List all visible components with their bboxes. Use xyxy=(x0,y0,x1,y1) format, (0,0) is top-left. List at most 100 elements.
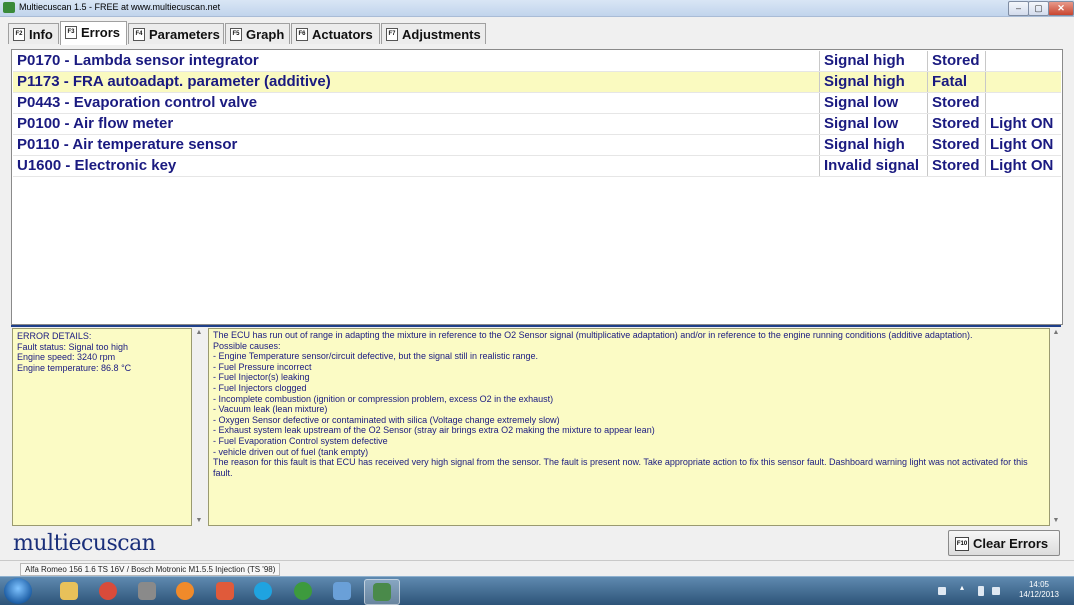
taskbar-item-explorer[interactable] xyxy=(52,579,86,603)
battery-icon[interactable] xyxy=(978,586,984,596)
error-status: Stored xyxy=(932,136,980,153)
error-row-selected[interactable]: P1173 - FRA autoadapt. parameter (additi… xyxy=(13,72,1061,93)
description-line: - Exhaust system leak upstream of the O2… xyxy=(213,425,655,436)
taskbar-item-film[interactable] xyxy=(130,579,164,603)
description-line: - Fuel Evaporation Control system defect… xyxy=(213,435,388,446)
maximize-button[interactable]: ▢ xyxy=(1028,1,1049,16)
window-title: Multiecuscan 1.5 - FREE at www.multiecus… xyxy=(19,2,221,12)
error-signal: Invalid signal xyxy=(824,157,920,174)
error-table[interactable]: P0170 - Lambda sensor integrator Signal … xyxy=(11,49,1063,325)
f6-key-icon: F6 xyxy=(296,28,308,41)
tab-actuators[interactable]: F6 Actuators xyxy=(291,23,380,44)
taskbar-clock[interactable]: 14:05 14/12/2013 xyxy=(1010,580,1068,600)
description-line: - Incomplete combustion (ignition or com… xyxy=(213,393,554,404)
error-signal: Signal high xyxy=(824,136,905,153)
error-signal: Signal high xyxy=(824,52,905,69)
taskbar-item-media-player[interactable] xyxy=(168,579,202,603)
scroll-down-icon[interactable]: ▼ xyxy=(1050,516,1062,526)
error-signal: Signal low xyxy=(824,115,899,132)
description-line: Possible causes: xyxy=(213,340,281,351)
description-line: - Fuel Injector(s) leaking xyxy=(213,372,310,383)
details-line: Engine speed: 3240 rpm xyxy=(17,352,116,363)
tab-label: Errors xyxy=(81,25,121,40)
taskbar-item-paint[interactable] xyxy=(208,579,242,603)
start-button[interactable] xyxy=(4,578,32,604)
volume-icon[interactable] xyxy=(992,587,1000,595)
tab-parameters[interactable]: F4 Parameters xyxy=(128,23,224,44)
error-description-panel: The ECU has run out of range in adapting… xyxy=(208,328,1050,526)
tab-adjustments[interactable]: F7 Adjustments xyxy=(381,23,486,44)
tray-arrow-icon[interactable]: ▴ xyxy=(960,583,968,592)
tab-label: Parameters xyxy=(149,27,220,42)
remote-desktop-icon xyxy=(333,582,351,600)
multiecuscan-icon xyxy=(373,583,391,601)
error-details-panel: ERROR DETAILS: Fault status: Signal too … xyxy=(12,328,192,526)
description-line: - Engine Temperature sensor/circuit defe… xyxy=(213,351,538,362)
error-code: U1600 - Electronic key xyxy=(17,157,177,174)
taskbar-item-remote-desktop[interactable] xyxy=(325,579,359,603)
status-bar: Alfa Romeo 156 1.6 TS 16V / Bosch Motron… xyxy=(0,560,1074,577)
f7-key-icon: F7 xyxy=(386,28,398,41)
f3-key-icon: F3 xyxy=(65,26,77,39)
scroll-down-icon[interactable]: ▼ xyxy=(193,516,205,526)
taskbar: ▴ 14:05 14/12/2013 xyxy=(0,576,1074,605)
skype-icon xyxy=(254,582,272,600)
vehicle-status: Alfa Romeo 156 1.6 TS 16V / Bosch Motron… xyxy=(20,563,281,576)
error-signal: Signal high xyxy=(824,73,905,90)
f2-key-icon: F2 xyxy=(13,28,25,41)
details-scrollbar[interactable]: ▲ ▼ xyxy=(193,328,205,526)
brand-logo: multiecuscan xyxy=(13,531,156,556)
taskbar-item-multiecuscan[interactable] xyxy=(364,579,400,605)
network-icon[interactable] xyxy=(938,587,946,595)
tab-label: Adjustments xyxy=(402,27,481,42)
tab-info[interactable]: F2 Info xyxy=(8,23,59,44)
clock-time: 14:05 xyxy=(1028,580,1050,589)
close-button[interactable]: ✕ xyxy=(1048,1,1074,16)
error-light: Light ON xyxy=(990,136,1054,153)
f5-key-icon: F5 xyxy=(230,28,242,41)
paint-icon xyxy=(216,582,234,600)
error-light: Light ON xyxy=(990,157,1054,174)
description-line: - vehicle driven out of fuel (tank empty… xyxy=(213,446,369,457)
taskbar-item-chrome[interactable] xyxy=(91,579,125,603)
taskbar-item-utorrent[interactable] xyxy=(286,579,320,603)
film-icon xyxy=(138,582,156,600)
description-line: - Fuel Pressure incorrect xyxy=(213,361,312,372)
explorer-icon xyxy=(60,582,78,600)
tab-label: Graph xyxy=(246,27,285,42)
taskbar-item-skype[interactable] xyxy=(246,579,280,603)
tab-graph[interactable]: F5 Graph xyxy=(225,23,290,44)
tab-errors[interactable]: F3 Errors xyxy=(60,21,127,45)
details-line: Fault status: Signal too high xyxy=(17,341,129,352)
chrome-icon xyxy=(99,582,117,600)
f10-key-icon: F10 xyxy=(955,537,969,551)
error-row[interactable]: P0443 - Evaporation control valve Signal… xyxy=(13,93,1061,114)
tab-label: Actuators xyxy=(312,27,373,42)
media-player-icon xyxy=(176,582,194,600)
error-row[interactable]: P0110 - Air temperature sensor Signal hi… xyxy=(13,135,1061,156)
description-line: - Fuel Injectors clogged xyxy=(213,382,307,393)
error-status: Stored xyxy=(932,94,980,111)
error-code: P1173 - FRA autoadapt. parameter (additi… xyxy=(17,73,331,90)
description-line: - Oxygen Sensor defective or contaminate… xyxy=(213,414,560,425)
clear-errors-label: Clear Errors xyxy=(973,536,1049,551)
error-row[interactable]: P0100 - Air flow meter Signal low Stored… xyxy=(13,114,1061,135)
tab-label: Info xyxy=(29,27,53,42)
minimize-button[interactable]: ‒ xyxy=(1008,1,1029,16)
error-code: P0443 - Evaporation control valve xyxy=(17,94,258,111)
details-line: Engine temperature: 86.8 °C xyxy=(17,362,132,373)
clock-date: 14/12/2013 xyxy=(1018,590,1060,599)
scroll-up-icon[interactable]: ▲ xyxy=(1050,328,1062,338)
description-scrollbar[interactable]: ▲ ▼ xyxy=(1050,328,1062,526)
clear-errors-button[interactable]: F10 Clear Errors xyxy=(948,530,1060,556)
error-signal: Signal low xyxy=(824,94,899,111)
error-code: P0110 - Air temperature sensor xyxy=(17,136,238,153)
scroll-up-icon[interactable]: ▲ xyxy=(193,328,205,338)
error-status: Stored xyxy=(932,157,980,174)
details-line: ERROR DETAILS: xyxy=(17,331,92,341)
error-row[interactable]: P0170 - Lambda sensor integrator Signal … xyxy=(13,51,1061,72)
error-row[interactable]: U1600 - Electronic key Invalid signal St… xyxy=(13,156,1061,177)
error-code: P0170 - Lambda sensor integrator xyxy=(17,52,259,69)
panel-divider xyxy=(11,325,1061,327)
error-status: Stored xyxy=(932,52,980,69)
